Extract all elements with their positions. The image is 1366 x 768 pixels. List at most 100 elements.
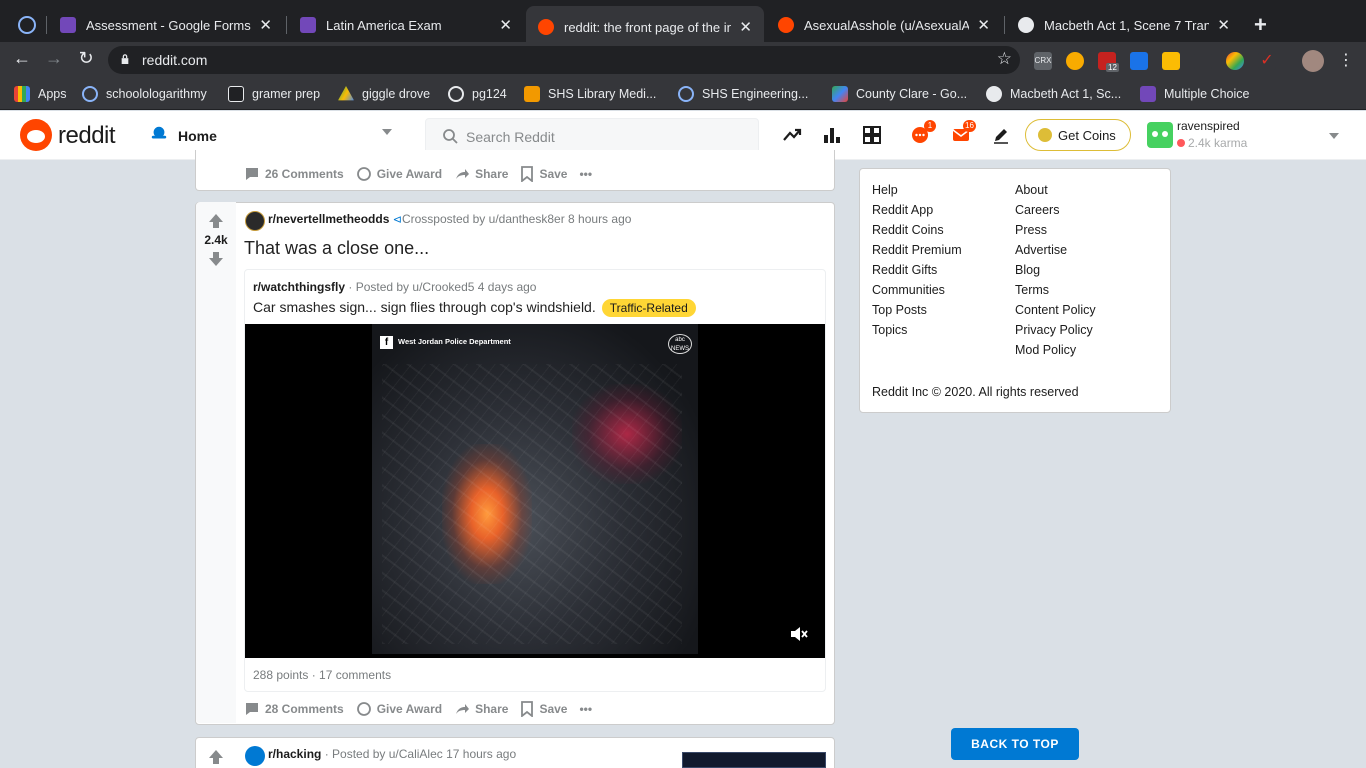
subreddit-link[interactable]: r/hacking: [268, 747, 321, 761]
reload-icon[interactable]: ↻: [74, 48, 98, 69]
bookmark-apps[interactable]: Apps: [14, 86, 67, 102]
address-bar[interactable]: reddit.com ☆: [108, 46, 1020, 74]
bookmark-pg124[interactable]: pg124: [448, 86, 507, 102]
link-content-policy[interactable]: Content Policy: [1015, 303, 1096, 317]
link-careers[interactable]: Careers: [1015, 203, 1059, 217]
crosspost-stats[interactable]: 288 points · 17 comments: [253, 668, 391, 682]
give-award-button[interactable]: Give Award: [356, 701, 442, 717]
give-award-button[interactable]: Give Award: [356, 166, 442, 182]
user-menu-chevron-down-icon[interactable]: [1329, 133, 1339, 139]
more-options-button[interactable]: •••: [579, 167, 592, 181]
downvote-arrow-icon[interactable]: [208, 251, 224, 267]
link-topics[interactable]: Topics: [872, 323, 907, 337]
link-help[interactable]: Help: [872, 183, 898, 197]
share-button[interactable]: Share: [454, 701, 508, 717]
link-top-posts[interactable]: Top Posts: [872, 303, 927, 317]
communities-icon[interactable]: [862, 125, 882, 145]
search-input[interactable]: [466, 127, 746, 147]
link-reddit-app[interactable]: Reddit App: [872, 203, 933, 217]
gb-logo-icon: [228, 86, 244, 102]
tab-close-icon[interactable]: ✕: [259, 16, 272, 34]
save-button[interactable]: Save: [520, 701, 567, 717]
tab-close-icon[interactable]: ✕: [1217, 16, 1230, 34]
link-reddit-premium[interactable]: Reddit Premium: [872, 243, 962, 257]
create-post-pencil-icon[interactable]: [991, 125, 1011, 145]
apps-grid-icon: [14, 86, 30, 102]
bookmark-multiple-choice[interactable]: Multiple Choice: [1140, 86, 1249, 102]
user-avatar[interactable]: [1147, 122, 1173, 148]
more-options-dots-icon: •••: [579, 702, 593, 716]
bookmark-county-clare[interactable]: County Clare - Go...: [832, 86, 967, 102]
forward-arrow-icon[interactable]: →: [42, 48, 66, 69]
link-reddit-coins[interactable]: Reddit Coins: [872, 223, 944, 237]
link-press[interactable]: Press: [1015, 223, 1047, 237]
subreddit-icon[interactable]: [245, 211, 265, 231]
bookmark-star-icon[interactable]: ☆: [997, 49, 1012, 69]
bookmark-giggle-drove[interactable]: giggle drove: [338, 86, 430, 102]
search-box[interactable]: [425, 118, 759, 154]
crosspost-posted-by[interactable]: · Posted by u/Crooked5 4 days ago: [348, 280, 536, 294]
bookmark-gramer-prep[interactable]: gramer prep: [228, 86, 320, 102]
upvote-arrow-icon[interactable]: [208, 213, 224, 229]
share-button[interactable]: Share: [454, 166, 508, 182]
s-circle-icon: [82, 86, 98, 102]
mute-speaker-icon[interactable]: [790, 626, 808, 642]
crosspost-meta[interactable]: Crossposted by u/danthesk8er 8 hours ago: [402, 212, 631, 226]
upvote-arrow-icon[interactable]: [208, 749, 224, 765]
get-coins-button[interactable]: Get Coins: [1025, 119, 1131, 151]
post-flair[interactable]: Traffic-Related: [601, 299, 696, 317]
link-terms[interactable]: Terms: [1015, 283, 1049, 297]
color-extension-icon[interactable]: [1226, 52, 1244, 70]
trending-icon[interactable]: [782, 125, 802, 145]
home-dropdown-label[interactable]: Home: [178, 128, 217, 144]
tab-macbeth[interactable]: Macbeth Act 1, Scene 7 Transla ✕: [1006, 8, 1242, 42]
back-to-top-button[interactable]: BACK TO TOP: [951, 728, 1079, 760]
reddit-logo-icon[interactable]: [20, 119, 52, 151]
tab-close-icon[interactable]: ✕: [977, 16, 990, 34]
link-reddit-gifts[interactable]: Reddit Gifts: [872, 263, 937, 277]
subreddit-icon[interactable]: [245, 746, 265, 766]
tab-latin-america-exam[interactable]: Latin America Exam ✕: [288, 8, 524, 42]
link-communities[interactable]: Communities: [872, 283, 945, 297]
new-tab-button[interactable]: +: [1254, 12, 1267, 38]
post-title[interactable]: That was a close one...: [244, 238, 429, 259]
bookmark-schoolologarithmy[interactable]: schoolologarithmy: [82, 86, 207, 102]
extension-icon[interactable]: [1194, 52, 1212, 70]
check-extension-icon[interactable]: [1130, 52, 1148, 70]
save-button[interactable]: Save: [520, 166, 567, 182]
leaderboard-icon[interactable]: [822, 125, 842, 145]
posted-by[interactable]: · Posted by u/CaliAlec 17 hours ago: [325, 747, 516, 761]
face-extension-icon[interactable]: [1162, 52, 1180, 70]
link-advertise[interactable]: Advertise: [1015, 243, 1067, 257]
bookmark-shs-library[interactable]: SHS Library Medi...: [524, 86, 656, 102]
tab-close-icon[interactable]: ✕: [499, 16, 512, 34]
reddit-wordmark[interactable]: reddit: [58, 122, 116, 150]
link-about[interactable]: About: [1015, 183, 1048, 197]
profile-avatar[interactable]: [1302, 50, 1324, 72]
browser-tab-strip: Assessment - Google Forms ✕ Latin Americ…: [0, 0, 1366, 48]
bookmark-macbeth[interactable]: Macbeth Act 1, Sc...: [986, 86, 1121, 102]
chevron-down-icon[interactable]: [382, 129, 392, 135]
red-mark-extension-icon[interactable]: ✓: [1258, 52, 1276, 70]
owl-extension-icon[interactable]: [1066, 52, 1084, 70]
crx-extension-icon[interactable]: CRX: [1034, 52, 1052, 70]
username[interactable]: ravenspired: [1177, 119, 1240, 133]
link-blog[interactable]: Blog: [1015, 263, 1040, 277]
subreddit-link[interactable]: r/nevertellmetheodds: [268, 212, 389, 226]
next-post-thumbnail[interactable]: [682, 752, 826, 768]
tab-google-forms[interactable]: Assessment - Google Forms ✕: [48, 8, 284, 42]
browser-menu-icon[interactable]: ⋮: [1338, 50, 1354, 70]
comments-button[interactable]: 28 Comments: [244, 701, 344, 717]
link-mod-policy[interactable]: Mod Policy: [1015, 343, 1076, 357]
comments-button[interactable]: 26 Comments: [244, 166, 344, 182]
tab-asexualasshole[interactable]: AsexualAsshole (u/AsexualAss ✕: [766, 8, 1002, 42]
crosspost-title[interactable]: Car smashes sign... sign flies through c…: [253, 299, 596, 315]
tab-close-icon[interactable]: ✕: [739, 18, 752, 36]
vote-score: 2.4k: [204, 233, 228, 247]
video-player[interactable]: f West Jordan Police Department abc NEWS: [245, 324, 825, 658]
crosspost-subreddit-link[interactable]: r/watchthingsfly: [253, 280, 345, 294]
bookmark-shs-engineering[interactable]: SHS Engineering...: [678, 86, 808, 102]
more-options-button[interactable]: •••: [579, 702, 592, 716]
back-arrow-icon[interactable]: ←: [10, 48, 34, 69]
link-privacy-policy[interactable]: Privacy Policy: [1015, 323, 1093, 337]
